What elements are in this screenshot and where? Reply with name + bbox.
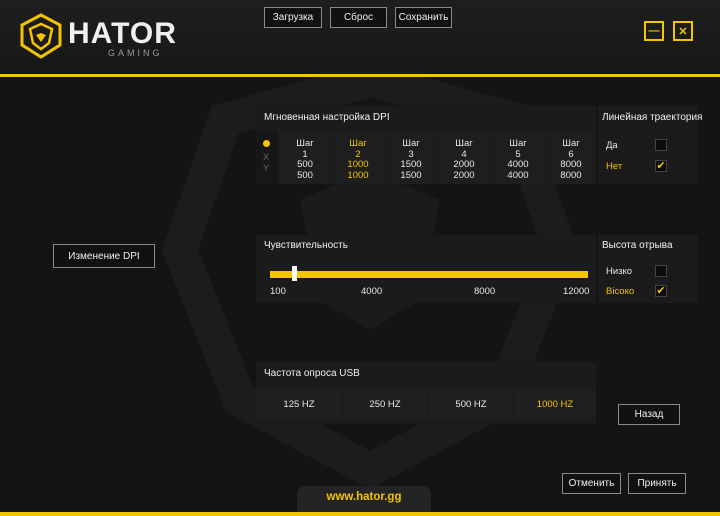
dpi-change-button[interactable]: Изменение DPI — [53, 244, 155, 268]
step-x-value: 500 — [297, 159, 313, 170]
minimize-icon: — — [648, 25, 660, 37]
minimize-button[interactable]: — — [644, 21, 664, 41]
brand-subtitle: GAMING — [108, 48, 163, 58]
lift-high-label: Вісоко — [606, 286, 635, 297]
dpi-step-4[interactable]: Шаг 4 2000 2000 — [438, 138, 490, 181]
step-x-value: 2000 — [453, 159, 475, 170]
step-label: Шаг — [562, 138, 580, 149]
axis-x-label: X — [263, 152, 270, 162]
sensitivity-slider-thumb[interactable] — [292, 266, 297, 281]
lift-high-checkbox[interactable]: ✔ — [655, 285, 667, 297]
step-y-value: 1500 — [400, 169, 422, 181]
step-x-value: 1000 — [347, 159, 369, 170]
back-button[interactable]: Назад — [618, 404, 680, 425]
sensitivity-tick: 12000 — [563, 286, 590, 297]
lift-low-label: Низко — [606, 266, 633, 277]
dpi-step-3[interactable]: Шаг 3 1500 1500 — [385, 138, 437, 181]
usb-rate-125[interactable]: 125 HZ — [257, 388, 341, 420]
usb-title: Частота опроса USB — [264, 368, 360, 379]
usb-rate-250[interactable]: 250 HZ — [343, 388, 427, 420]
axis-y-label: Y — [263, 163, 270, 173]
load-button[interactable]: Загрузка — [264, 7, 322, 28]
step-y-value: 1000 — [347, 169, 369, 181]
step-y-value: 4000 — [507, 169, 529, 181]
lift-title: Высота отрыва — [602, 240, 673, 251]
step-y-value: 2000 — [453, 169, 475, 181]
step-label: Шаг — [402, 138, 420, 149]
sensitivity-tick: 100 — [270, 286, 286, 297]
sensitivity-tick: 4000 — [361, 286, 383, 297]
dpi-panel-title: Мгновенная настройка DPI — [264, 112, 390, 123]
step-label: Шаг — [349, 138, 367, 149]
sensitivity-tick: 8000 — [474, 286, 496, 297]
reset-button[interactable]: Сброс — [330, 7, 387, 28]
step-label: Шаг — [509, 138, 527, 149]
website-link[interactable]: www.hator.gg — [297, 491, 431, 503]
footer-accent-line — [0, 512, 720, 516]
active-dot-icon — [263, 140, 270, 147]
hator-logo-icon — [20, 13, 62, 59]
usb-rate-1000[interactable]: 1000 HZ — [515, 388, 595, 420]
apply-button[interactable]: Принять — [628, 473, 686, 494]
trajectory-title: Линейная траектория — [602, 112, 703, 123]
sensitivity-slider-track[interactable] — [270, 271, 588, 278]
header-accent-line — [0, 74, 720, 77]
save-button[interactable]: Сохранить — [395, 7, 452, 28]
trajectory-yes-checkbox[interactable] — [655, 139, 667, 151]
cancel-button[interactable]: Отменить — [562, 473, 621, 494]
step-y-value: 8000 — [560, 169, 582, 181]
dpi-step-1[interactable]: Шаг 1 500 500 — [279, 138, 331, 181]
step-x-value: 8000 — [560, 159, 582, 170]
dpi-step-6[interactable]: Шаг 6 8000 8000 — [545, 138, 597, 181]
dpi-step-2[interactable]: Шаг 2 1000 1000 — [332, 138, 384, 181]
check-icon: ✔ — [656, 160, 666, 172]
step-x-value: 1500 — [400, 159, 422, 170]
step-x-value: 4000 — [507, 159, 529, 170]
trajectory-no-label: Нет — [606, 161, 623, 172]
close-button[interactable]: ✕ — [673, 21, 693, 41]
sensitivity-title: Чувствительность — [264, 240, 348, 251]
usb-rate-500[interactable]: 500 HZ — [429, 388, 513, 420]
close-icon: ✕ — [678, 25, 688, 38]
dpi-step-5[interactable]: Шаг 5 4000 4000 — [492, 138, 544, 181]
check-icon: ✔ — [656, 285, 666, 297]
brand-name: HATOR — [68, 17, 177, 50]
trajectory-yes-label: Да — [606, 140, 618, 151]
step-label: Шаг — [296, 138, 314, 149]
lift-low-checkbox[interactable] — [655, 265, 667, 277]
step-y-value: 500 — [297, 169, 313, 181]
step-label: Шаг — [455, 138, 473, 149]
trajectory-no-checkbox[interactable]: ✔ — [655, 160, 667, 172]
